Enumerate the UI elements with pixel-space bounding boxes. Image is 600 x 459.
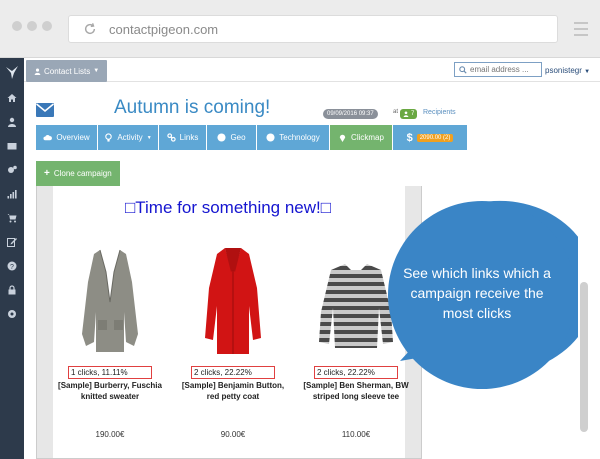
address-bar[interactable]: contactpigeon.com <box>68 15 558 43</box>
reload-icon[interactable] <box>83 22 97 36</box>
product-name[interactable]: [Sample] Burberry, Fuschia knitted sweat… <box>55 380 165 402</box>
product-name[interactable]: [Sample] Benjamin Button, red petty coat <box>178 380 288 402</box>
window-dot[interactable] <box>27 21 37 31</box>
callout-text: See which links which a campaign receive… <box>403 265 551 321</box>
tab-label: Technology <box>279 133 320 142</box>
svg-text:?: ? <box>10 264 14 271</box>
user-icon <box>34 68 41 75</box>
browser-window: contactpigeon.com ? Contact Lists ▼ pson… <box>0 0 600 459</box>
click-stats-box[interactable]: 2 clicks, 22.22% <box>191 366 275 379</box>
clone-campaign-button[interactable]: + Clone campaign <box>36 161 120 186</box>
coat-image <box>178 242 288 360</box>
signal-icon[interactable] <box>0 182 24 206</box>
tab-overview[interactable]: Overview <box>36 125 97 150</box>
product-card[interactable]: 2 clicks, 22.22% [Sample] Benjamin Butto… <box>178 242 288 439</box>
globe-icon <box>266 133 275 142</box>
user-icon <box>403 111 409 117</box>
tab-label: Clickmap <box>351 133 384 142</box>
search-icon <box>459 65 467 74</box>
tab-technology[interactable]: Technology <box>257 125 329 150</box>
username-label: psonistegr <box>545 66 582 75</box>
recipients-link[interactable]: Recipients <box>423 109 456 116</box>
clone-campaign-label: Clone campaign <box>53 169 112 178</box>
browser-toolbar: contactpigeon.com <box>0 0 600 58</box>
dollar-icon: $ <box>406 131 413 144</box>
plus-icon: + <box>44 168 50 179</box>
app-topbar: Contact Lists ▼ psonistegr ▼ <box>24 58 600 82</box>
lightbulb-icon <box>105 133 113 142</box>
product-price: 90.00€ <box>220 430 246 439</box>
cloud-icon <box>43 134 53 141</box>
circle-icon[interactable] <box>0 302 24 326</box>
product-price: 110.00€ <box>341 430 371 439</box>
question-icon[interactable]: ? <box>0 254 24 278</box>
user-icon[interactable] <box>0 110 24 134</box>
window-controls <box>12 21 52 31</box>
tab-clickmap[interactable]: Clickmap <box>330 125 392 150</box>
map-marker-icon <box>339 134 346 142</box>
email-headline: □Time for something new!□ <box>125 198 332 217</box>
envelope-icon[interactable] <box>0 134 24 158</box>
product-price: 190.00€ <box>95 430 125 439</box>
edit-icon[interactable] <box>0 230 24 254</box>
campaign-tabs: Overview Activity ▼ Links Geo Technology <box>36 125 467 150</box>
tab-label: Overview <box>56 133 90 142</box>
url-text: contactpigeon.com <box>109 21 219 37</box>
home-icon[interactable] <box>0 86 24 110</box>
contact-lists-button[interactable]: Contact Lists ▼ <box>26 60 108 82</box>
globe-icon <box>217 133 226 142</box>
cart-icon[interactable] <box>0 206 24 230</box>
user-menu[interactable]: psonistegr ▼ <box>545 66 590 75</box>
window-dot[interactable] <box>12 21 22 31</box>
pigeon-logo-icon[interactable] <box>0 58 24 86</box>
caret-down-icon: ▼ <box>584 69 591 75</box>
tab-geo[interactable]: Geo <box>207 125 256 150</box>
caret-down-icon: ▼ <box>146 134 152 141</box>
envelope-icon <box>36 103 54 117</box>
lock-icon[interactable] <box>0 278 24 302</box>
tab-activity[interactable]: Activity ▼ <box>98 125 158 150</box>
sweater-image <box>55 242 165 360</box>
contact-lists-label: Contact Lists <box>44 66 91 76</box>
tab-label: Geo <box>230 133 246 142</box>
scrollbar[interactable] <box>580 282 588 432</box>
recipients-count: 7 <box>411 111 415 117</box>
tab-label: Links <box>179 133 199 142</box>
window-dot[interactable] <box>42 21 52 31</box>
email-preview: □Time for something new!□ 1 clicks, 11.1… <box>36 186 422 459</box>
click-stats-box[interactable]: 1 clicks, 11.11% <box>68 366 152 379</box>
sidebar: ? <box>0 58 24 459</box>
tab-revenue[interactable]: $ 2090.00 (2) <box>393 125 467 150</box>
link-icon <box>166 133 176 142</box>
recipients-count-badge: 7 <box>400 109 418 119</box>
sent-date-badge: 09/09/2016 09:37 <box>323 109 378 119</box>
email-search-field[interactable] <box>454 62 542 77</box>
campaign-title: Autumn is coming! <box>114 97 271 118</box>
email-search-input[interactable] <box>470 65 536 74</box>
tab-links[interactable]: Links <box>159 125 206 150</box>
caret-down-icon: ▼ <box>93 68 100 74</box>
at-label: at <box>393 109 399 115</box>
revenue-badge: 2090.00 (2) <box>416 133 454 142</box>
tab-label: Activity <box>117 133 143 142</box>
cogs-icon[interactable] <box>0 158 24 182</box>
product-card[interactable]: 1 clicks, 11.11% [Sample] Burberry, Fusc… <box>55 242 165 439</box>
hamburger-menu-icon[interactable] <box>574 22 588 36</box>
